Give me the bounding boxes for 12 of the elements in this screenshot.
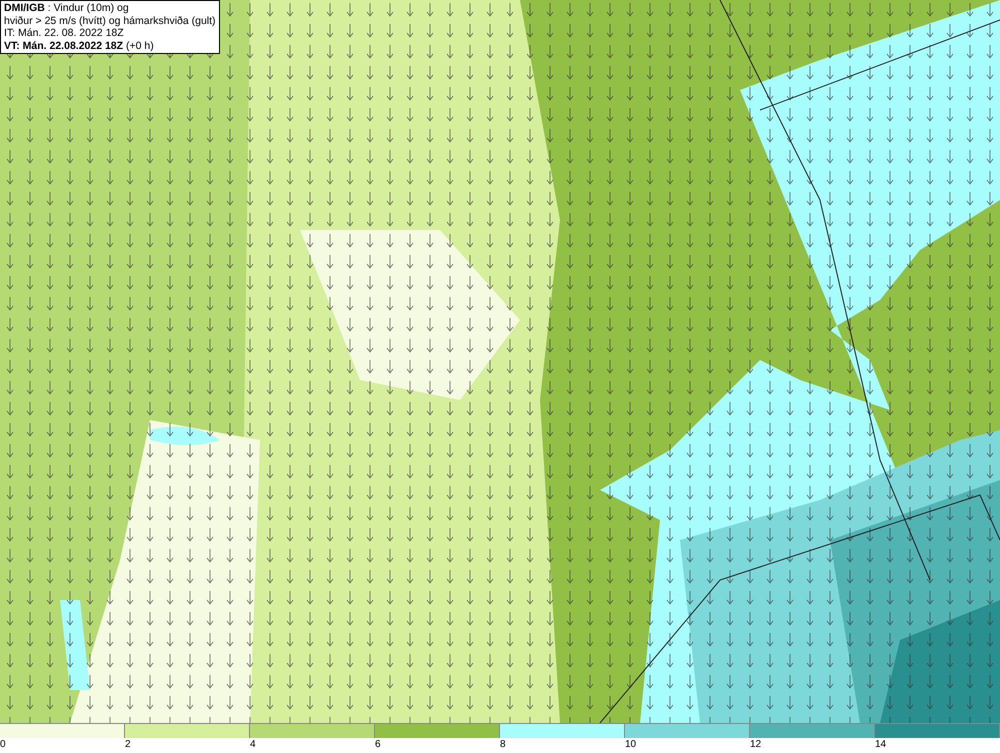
- title-text: VT: Mán. 22.08.2022 18Z (+0 h): [4, 40, 155, 52]
- legend-label: 2: [125, 738, 131, 752]
- title-text: DMI/IGB : Vindur (10m) og: [4, 2, 130, 14]
- legend-label: 14: [875, 738, 886, 752]
- legend-label: 0: [0, 738, 6, 752]
- legend-label: 4: [250, 738, 256, 752]
- title-text: hviður > 25 m/s (hvítt) og hámarkshviða (gult): [4, 14, 216, 27]
- legend-label: 6: [375, 738, 381, 752]
- legend-label: 10: [625, 738, 636, 752]
- legend-label: 8: [500, 738, 506, 752]
- legend-label: 12: [750, 738, 762, 752]
- title-text: IT: Mán. 22. 08. 2022 18Z: [4, 27, 125, 40]
